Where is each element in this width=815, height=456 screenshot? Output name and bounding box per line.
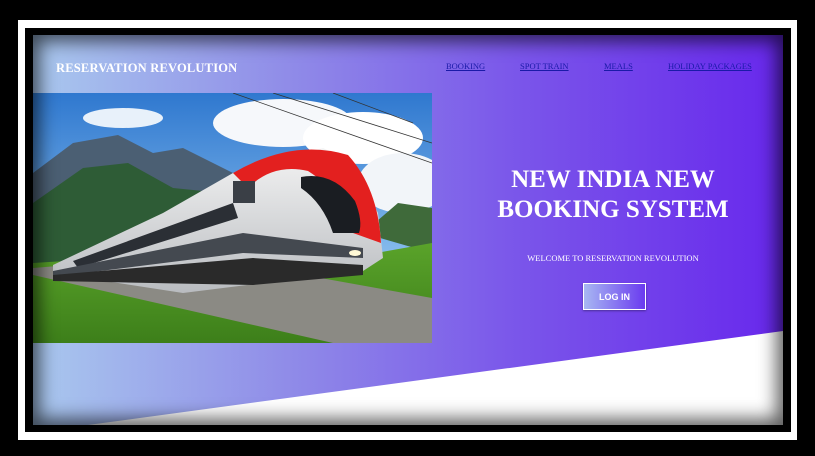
- hero-section: RESERVATION REVOLUTION BOOKING SPOT TRAI…: [33, 35, 783, 425]
- white-wedge-shape: [88, 331, 783, 425]
